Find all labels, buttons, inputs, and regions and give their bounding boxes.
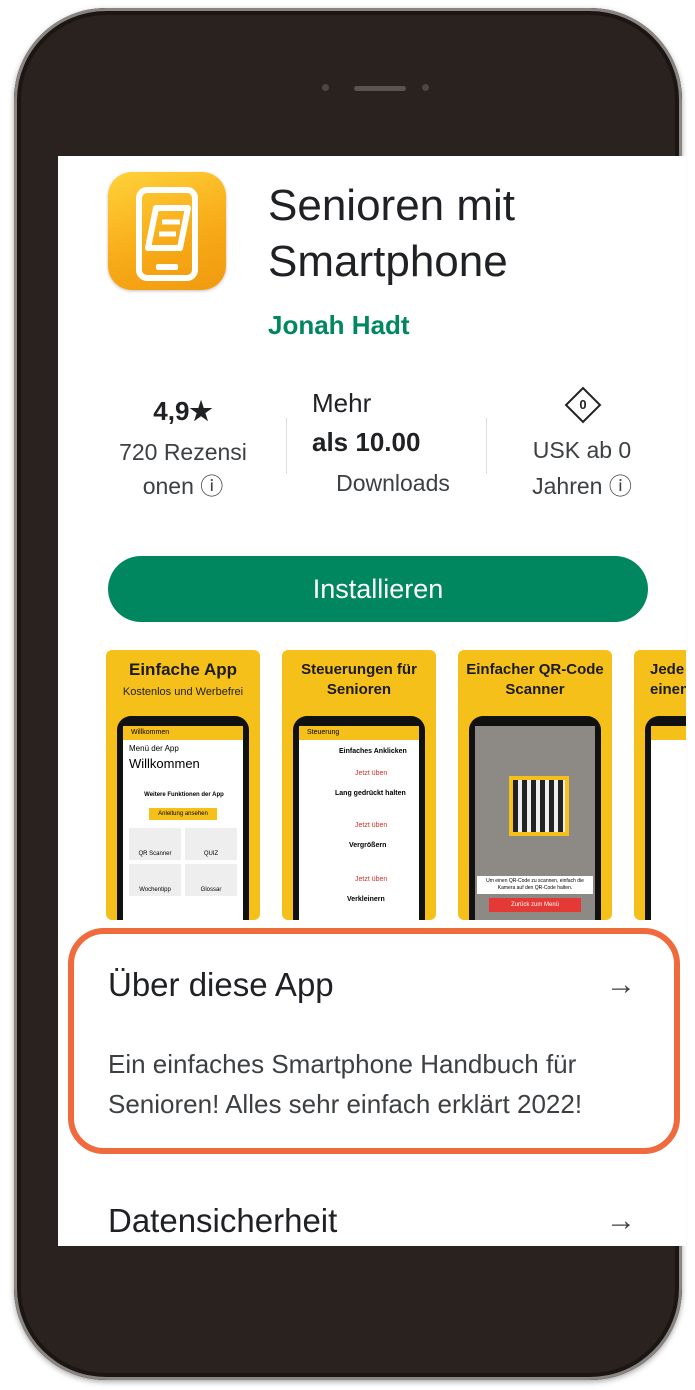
arrow-right-icon[interactable]: → (606, 1204, 636, 1238)
mini-action: Jetzt üben (355, 822, 388, 829)
mini-phone (645, 716, 686, 920)
downloads-stat: Mehr als 10.00 Downloads (298, 388, 488, 497)
mini-phone: Um einen QR-Code zu scannen, einfach die… (469, 716, 601, 920)
mini-menu-title: Menü der App (129, 744, 179, 753)
mini-grid-item: Wochentipp (129, 864, 181, 896)
downloads-line1: Mehr (312, 388, 372, 418)
screenshot-2[interactable]: Steuerungen für Senioren Steuerung Einfa… (282, 650, 436, 920)
mini-phone: Willkommen Menü der App Willkommen Weite… (117, 716, 249, 920)
developer-link[interactable]: Jonah Hadt (268, 310, 410, 341)
mini-grid-item: Glossar (185, 864, 237, 896)
age-rating-stat[interactable]: 0 USK ab 0 Jahren ⓘ (498, 386, 668, 504)
mini-phone: Steuerung Einfaches Anklicken Jetzt üben… (293, 716, 425, 920)
stat-divider (286, 418, 287, 474)
about-app-title[interactable]: Über diese App (108, 966, 334, 1004)
screenshot-3[interactable]: Einfacher QR-Code Scanner Um einen QR-Co… (458, 650, 612, 920)
install-button[interactable]: Installieren (108, 556, 648, 622)
mini-back-button: Zurück zum Menü (489, 898, 581, 912)
play-store-screen: Senioren mit Smartphone Jonah Hadt 4,9★ … (58, 156, 686, 1246)
mini-action: Jetzt üben (355, 876, 388, 883)
screenshot-4[interactable]: Jede einen (634, 650, 686, 920)
front-camera (422, 84, 429, 91)
mini-item: Verkleinern (347, 896, 385, 903)
about-app-description: Ein einfaches Smartphone Handbuch für Se… (108, 1049, 583, 1119)
speaker-grille (354, 86, 406, 91)
usk-label: USK ab 0 Jahren ⓘ (532, 437, 632, 499)
mini-action: Jetzt üben (355, 770, 388, 777)
downloads-line2: als 10.00 (312, 427, 421, 457)
rating-stat[interactable]: 4,9★ 720 Rezensi onen ⓘ (98, 388, 268, 503)
mini-item: Lang gedrückt halten (335, 790, 406, 797)
mini-app-bar: Willkommen (123, 726, 243, 740)
mini-grid-item: QR Scanner (129, 828, 181, 860)
mini-functions: Weitere Funktionen der App (144, 792, 224, 798)
stat-divider (486, 418, 487, 474)
qr-code-icon (509, 776, 569, 836)
screenshot-1[interactable]: Einfache App Kostenlos und Werbefrei Wil… (106, 650, 260, 920)
mini-item: Einfaches Anklicken (339, 748, 407, 755)
mini-item: Vergrößern (349, 842, 387, 849)
mini-welcome: Willkommen (129, 756, 200, 771)
app-title: Senioren mit Smartphone (268, 181, 516, 286)
mini-grid-item: QUIZ (185, 828, 237, 860)
reviews-count: 720 Rezensi onen ⓘ (119, 439, 247, 499)
screenshot-carousel[interactable]: Einfache App Kostenlos und Werbefrei Wil… (106, 650, 686, 920)
smartphone-book-icon (136, 187, 198, 281)
screenshot-caption: Steuerungen für Senioren (301, 661, 417, 698)
data-safety-title[interactable]: Datensicherheit (108, 1202, 337, 1240)
screenshot-caption: Einfache App (129, 660, 237, 679)
phone-frame: Senioren mit Smartphone Jonah Hadt 4,9★ … (14, 8, 686, 1380)
rating-value: 4,9★ (153, 396, 213, 426)
screenshot-caption: Jede einen (650, 661, 686, 698)
mini-guide-button: Anleitung ansehen (149, 808, 217, 820)
screenshot-subcaption: Kostenlos und Werbefrei (122, 686, 244, 698)
usk-badge-icon: 0 (564, 386, 602, 424)
arrow-right-icon[interactable]: → (606, 968, 636, 1002)
app-icon[interactable] (108, 172, 226, 290)
mini-app-bar: Steuerung (299, 726, 419, 740)
sensor-dot (322, 84, 329, 91)
downloads-line3: Downloads (336, 470, 450, 496)
screenshot-caption: Einfacher QR-Code Scanner (466, 661, 604, 698)
mini-scan-hint: Um einen QR-Code zu scannen, einfach die… (477, 876, 593, 894)
